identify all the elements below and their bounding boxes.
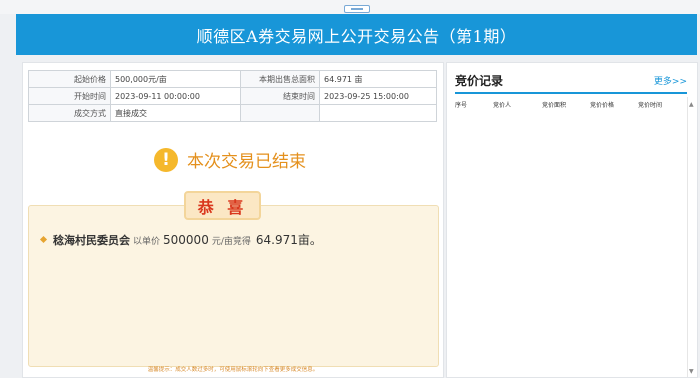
unit-price: 500000	[163, 233, 209, 247]
start-price-value: 500,000元/亩	[110, 70, 241, 88]
start-price-label: 起始价格	[28, 70, 111, 88]
page-title: 顺德区A券交易网上公开交易公告（第1期）	[196, 26, 517, 46]
table-row: 起始价格 500,000元/亩 本期出售总面积 64.971 亩	[28, 70, 437, 88]
scrollbar[interactable]: ▲ ▼	[687, 97, 696, 377]
empty-value-cell	[319, 104, 437, 122]
top-bar	[0, 0, 700, 14]
collapse-toggle-icon[interactable]	[344, 5, 370, 13]
price-unit: 元/亩竞得	[211, 237, 251, 247]
congrats-title: 恭 喜	[184, 191, 261, 220]
more-link[interactable]: 更多>>	[654, 74, 687, 87]
deal-result: 稔海村民委员会 以单价 500000 元/亩竞得 64.971亩。	[39, 231, 322, 248]
table-row: 开始时间 2023-09-11 00:00:00 结束时间 2023-09-25…	[28, 87, 437, 105]
price-prefix: 以单价	[133, 237, 161, 247]
bid-records-title: 竞价记录	[455, 74, 504, 88]
warning-icon: !	[154, 147, 178, 172]
deal-method-label: 成交方式	[28, 104, 111, 122]
col-price: 竞价价格	[590, 102, 615, 109]
page-header: 顺德区A券交易网上公开交易公告（第1期）	[16, 14, 697, 55]
col-bidder: 竞价人	[493, 102, 512, 109]
col-area: 竞价面积	[542, 102, 567, 109]
col-time: 竞价时间	[638, 102, 663, 109]
trade-status: ! 本次交易已结束	[154, 147, 306, 172]
diamond-bullet-icon	[39, 235, 48, 244]
scroll-down-icon[interactable]: ▼	[689, 368, 694, 375]
scroll-up-icon[interactable]: ▲	[689, 101, 694, 108]
announcement-panel: 起始价格 500,000元/亩 本期出售总面积 64.971 亩 开始时间 20…	[22, 62, 444, 378]
trade-info-table: 起始价格 500,000元/亩 本期出售总面积 64.971 亩 开始时间 20…	[28, 70, 437, 122]
bid-table-header: 序号 竞价人 竞价面积 竞价价格 竞价时间	[455, 100, 687, 109]
bid-records-panel: 竞价记录 更多>> 序号 竞价人 竞价面积 竞价价格 竞价时间 ▲ ▼	[446, 62, 698, 378]
empty-label-cell	[240, 104, 320, 122]
winner-name: 稔海村民委员会	[53, 234, 130, 247]
start-time-label: 开始时间	[28, 87, 111, 105]
deal-method-value: 直接成交	[110, 104, 241, 122]
total-area-label: 本期出售总面积	[240, 70, 320, 88]
congrats-box	[28, 205, 439, 367]
end-time-value: 2023-09-25 15:00:00	[319, 87, 437, 105]
table-row: 成交方式 直接成交	[28, 104, 437, 122]
col-index: 序号	[455, 102, 468, 109]
start-time-value: 2023-09-11 00:00:00	[110, 87, 241, 105]
total-area-value: 64.971 亩	[319, 70, 437, 88]
end-time-label: 结束时间	[240, 87, 320, 105]
title-divider	[455, 92, 687, 94]
status-text: 本次交易已结束	[187, 152, 306, 172]
won-area: 64.971亩。	[255, 233, 322, 247]
tip-text: 温馨提示：成交人数过多时，可使用鼠标滚轮向下查看更多成交信息。	[147, 367, 319, 373]
